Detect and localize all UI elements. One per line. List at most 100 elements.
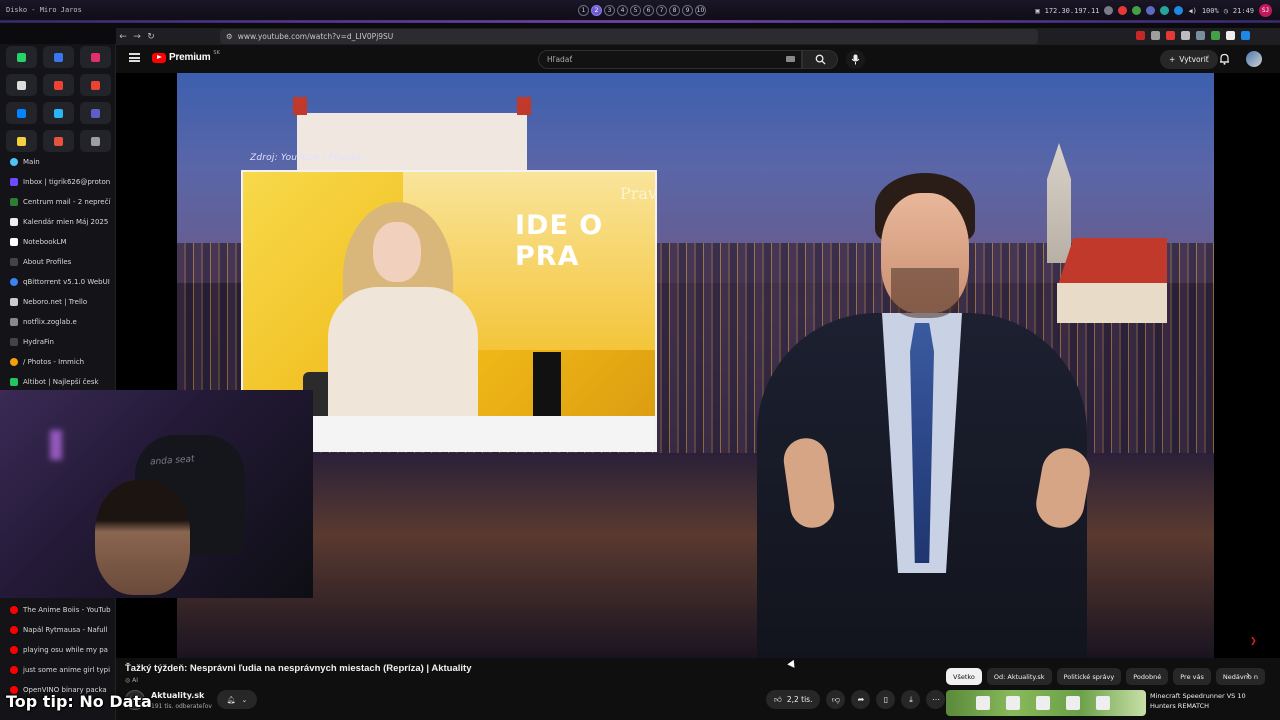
workspace-1[interactable]: 1 — [578, 5, 589, 16]
account-avatar[interactable] — [1246, 51, 1262, 67]
dislike-button[interactable]: 👎︎ — [826, 690, 846, 709]
pinned-site-teams[interactable] — [80, 102, 111, 124]
extension-icon[interactable] — [1151, 31, 1160, 40]
keyboard-icon[interactable] — [786, 56, 795, 62]
search-input[interactable]: Hľadať — [538, 50, 802, 69]
pinned-site-signal[interactable] — [43, 46, 74, 68]
search-placeholder: Hľadať — [547, 55, 573, 64]
network-icon[interactable]: ▣ — [1035, 7, 1039, 15]
sidebar-tab[interactable]: Altibot | Najlepší česk — [0, 372, 116, 392]
extension-icon[interactable] — [1226, 31, 1235, 40]
pinned-site-x[interactable] — [6, 74, 37, 96]
recommendation-chips: Všetko Od: Aktuality.sk Politické správy… — [946, 668, 1265, 685]
workspace-3[interactable]: 3 — [604, 5, 615, 16]
workspace-7[interactable]: 7 — [656, 5, 667, 16]
sidebar-tab[interactable]: Centrum mail - 2 neprečí — [0, 192, 116, 212]
like-button[interactable]: 👍︎ 2,2 tis. — [766, 690, 821, 709]
tray-app-icon[interactable] — [1160, 6, 1170, 15]
site-info-icon[interactable]: ⚙ — [226, 32, 233, 41]
workspace-2[interactable]: 2 — [591, 5, 602, 16]
pinned-site-settings[interactable] — [80, 130, 111, 152]
pinned-site-gmail-2[interactable] — [80, 74, 111, 96]
pinned-site-gmail[interactable] — [43, 74, 74, 96]
tab-label: Neboro.net | Trello — [23, 298, 88, 306]
video-frame[interactable]: Zdroj: YouTube / Pravda IDE O PRA Prav — [177, 73, 1214, 658]
user-avatar[interactable]: SJ — [1259, 4, 1272, 17]
sidebar-tab[interactable]: Inbox | tigrik626@proton — [0, 172, 116, 192]
instagram-icon — [91, 52, 100, 62]
pinned-site-drop[interactable] — [43, 102, 74, 124]
recommendation-thumbnail[interactable] — [946, 690, 1146, 716]
tray-app-icon[interactable] — [1174, 6, 1184, 15]
workspace-9[interactable]: 9 — [682, 5, 693, 16]
notifications-button[interactable] — [1216, 51, 1232, 67]
back-arrow-icon[interactable]: ← — [116, 30, 130, 44]
download-button[interactable]: ⤓ — [901, 690, 921, 709]
workspace-8[interactable]: 8 — [669, 5, 680, 16]
sidebar-tab[interactable]: About Profiles — [0, 252, 116, 272]
extension-icon[interactable] — [1181, 31, 1190, 40]
chip-recent[interactable]: Nedávno n — [1215, 668, 1265, 685]
sidebar-tab[interactable]: Napál Rytmausa - Nafull — [0, 620, 116, 640]
tray-app-icon[interactable] — [1104, 6, 1114, 15]
inset-headline: IDE O PRA — [515, 210, 604, 272]
pinned-site-proton[interactable] — [43, 130, 74, 152]
volume-icon[interactable]: ◀) — [1188, 7, 1196, 15]
recommendation-title[interactable]: Minecraft Speedrunner VS 10 Hunters REMA… — [1150, 691, 1270, 711]
subscription-bell-button[interactable]: 🔔︎ ⌄ — [217, 690, 257, 709]
extension-icon[interactable] — [1196, 31, 1205, 40]
search-button[interactable] — [802, 50, 838, 69]
pinned-site-whatsapp[interactable] — [6, 46, 37, 68]
reload-icon[interactable]: ↻ — [144, 30, 158, 44]
voice-search-button[interactable] — [846, 50, 865, 69]
extension-icon[interactable] — [1166, 31, 1175, 40]
sidebar-tab[interactable]: Main — [0, 152, 116, 172]
tray-app-icon[interactable] — [1118, 6, 1128, 15]
forward-arrow-icon[interactable]: → — [130, 30, 144, 44]
sidebar-tab[interactable]: HydraFin — [0, 332, 116, 352]
chip-all[interactable]: Všetko — [946, 668, 982, 685]
sidebar-tab[interactable]: notflix.zoglab.e — [0, 312, 116, 332]
channel-name[interactable]: Aktuality.sk — [151, 691, 204, 700]
tray-app-icon[interactable] — [1146, 6, 1156, 15]
bell-icon: 🔔︎ — [226, 695, 236, 704]
share-button[interactable]: ➦ — [851, 690, 871, 709]
sidebar-tab[interactable]: The Anime Boiis - YouTub — [0, 600, 116, 620]
webcam-lamp — [50, 430, 62, 460]
chip-political-news[interactable]: Politické správy — [1056, 668, 1122, 685]
workspace-10[interactable]: 10 — [695, 5, 706, 16]
pinned-site-instagram[interactable] — [80, 46, 111, 68]
more-button[interactable]: ⋯ — [926, 690, 946, 709]
menu-icon[interactable] — [129, 53, 140, 62]
extension-icon[interactable] — [1211, 31, 1220, 40]
chevron-right-icon[interactable]: › — [1246, 670, 1250, 681]
sidebar-tab[interactable]: Kalendár mien Máj 2025 — [0, 212, 116, 232]
sidebar-tab[interactable]: NotebookLM — [0, 232, 116, 252]
system-top-bar: Disko - Miro Jaros 1 2 3 4 5 6 7 8 9 10 … — [0, 0, 1280, 22]
chip-similar[interactable]: Podobné — [1126, 668, 1169, 685]
favicon-icon — [10, 198, 18, 206]
sidebar-tab[interactable]: Neboro.net | Trello — [0, 292, 116, 312]
workspace-5[interactable]: 5 — [630, 5, 641, 16]
sidebar-tab[interactable]: just some anime girl typi — [0, 660, 116, 680]
pinned-site-notes[interactable] — [6, 130, 37, 152]
workspace-6[interactable]: 6 — [643, 5, 654, 16]
address-bar[interactable]: ⚙ www.youtube.com/watch?v=d_LIV0Pj9SU — [220, 29, 1038, 44]
sidebar-tab[interactable]: / Photos - Immich — [0, 352, 116, 372]
url-text[interactable]: www.youtube.com/watch?v=d_LIV0Pj9SU — [238, 32, 394, 41]
tray-app-icon[interactable] — [1132, 6, 1142, 15]
sidebar-tab[interactable]: playing osu while my pa — [0, 640, 116, 660]
extension-icon[interactable] — [1241, 31, 1250, 40]
workspace-4[interactable]: 4 — [617, 5, 628, 16]
extension-icon[interactable] — [1136, 31, 1145, 40]
chip-from-channel[interactable]: Od: Aktuality.sk — [986, 668, 1052, 685]
sidebar-tab[interactable]: qBittorrent v5.1.0 WebUI — [0, 272, 116, 292]
youtube-logo[interactable]: Premium SK — [152, 50, 220, 63]
microphone-icon — [851, 54, 860, 65]
save-button[interactable]: ▯ — [876, 690, 896, 709]
pinned-site-messenger[interactable] — [6, 102, 37, 124]
messenger-icon — [17, 108, 26, 118]
create-button[interactable]: + Vytvoriť — [1160, 50, 1218, 69]
thumbs-up-icon: 👍︎ — [774, 694, 782, 704]
chip-for-you[interactable]: Pre vás — [1173, 668, 1211, 685]
